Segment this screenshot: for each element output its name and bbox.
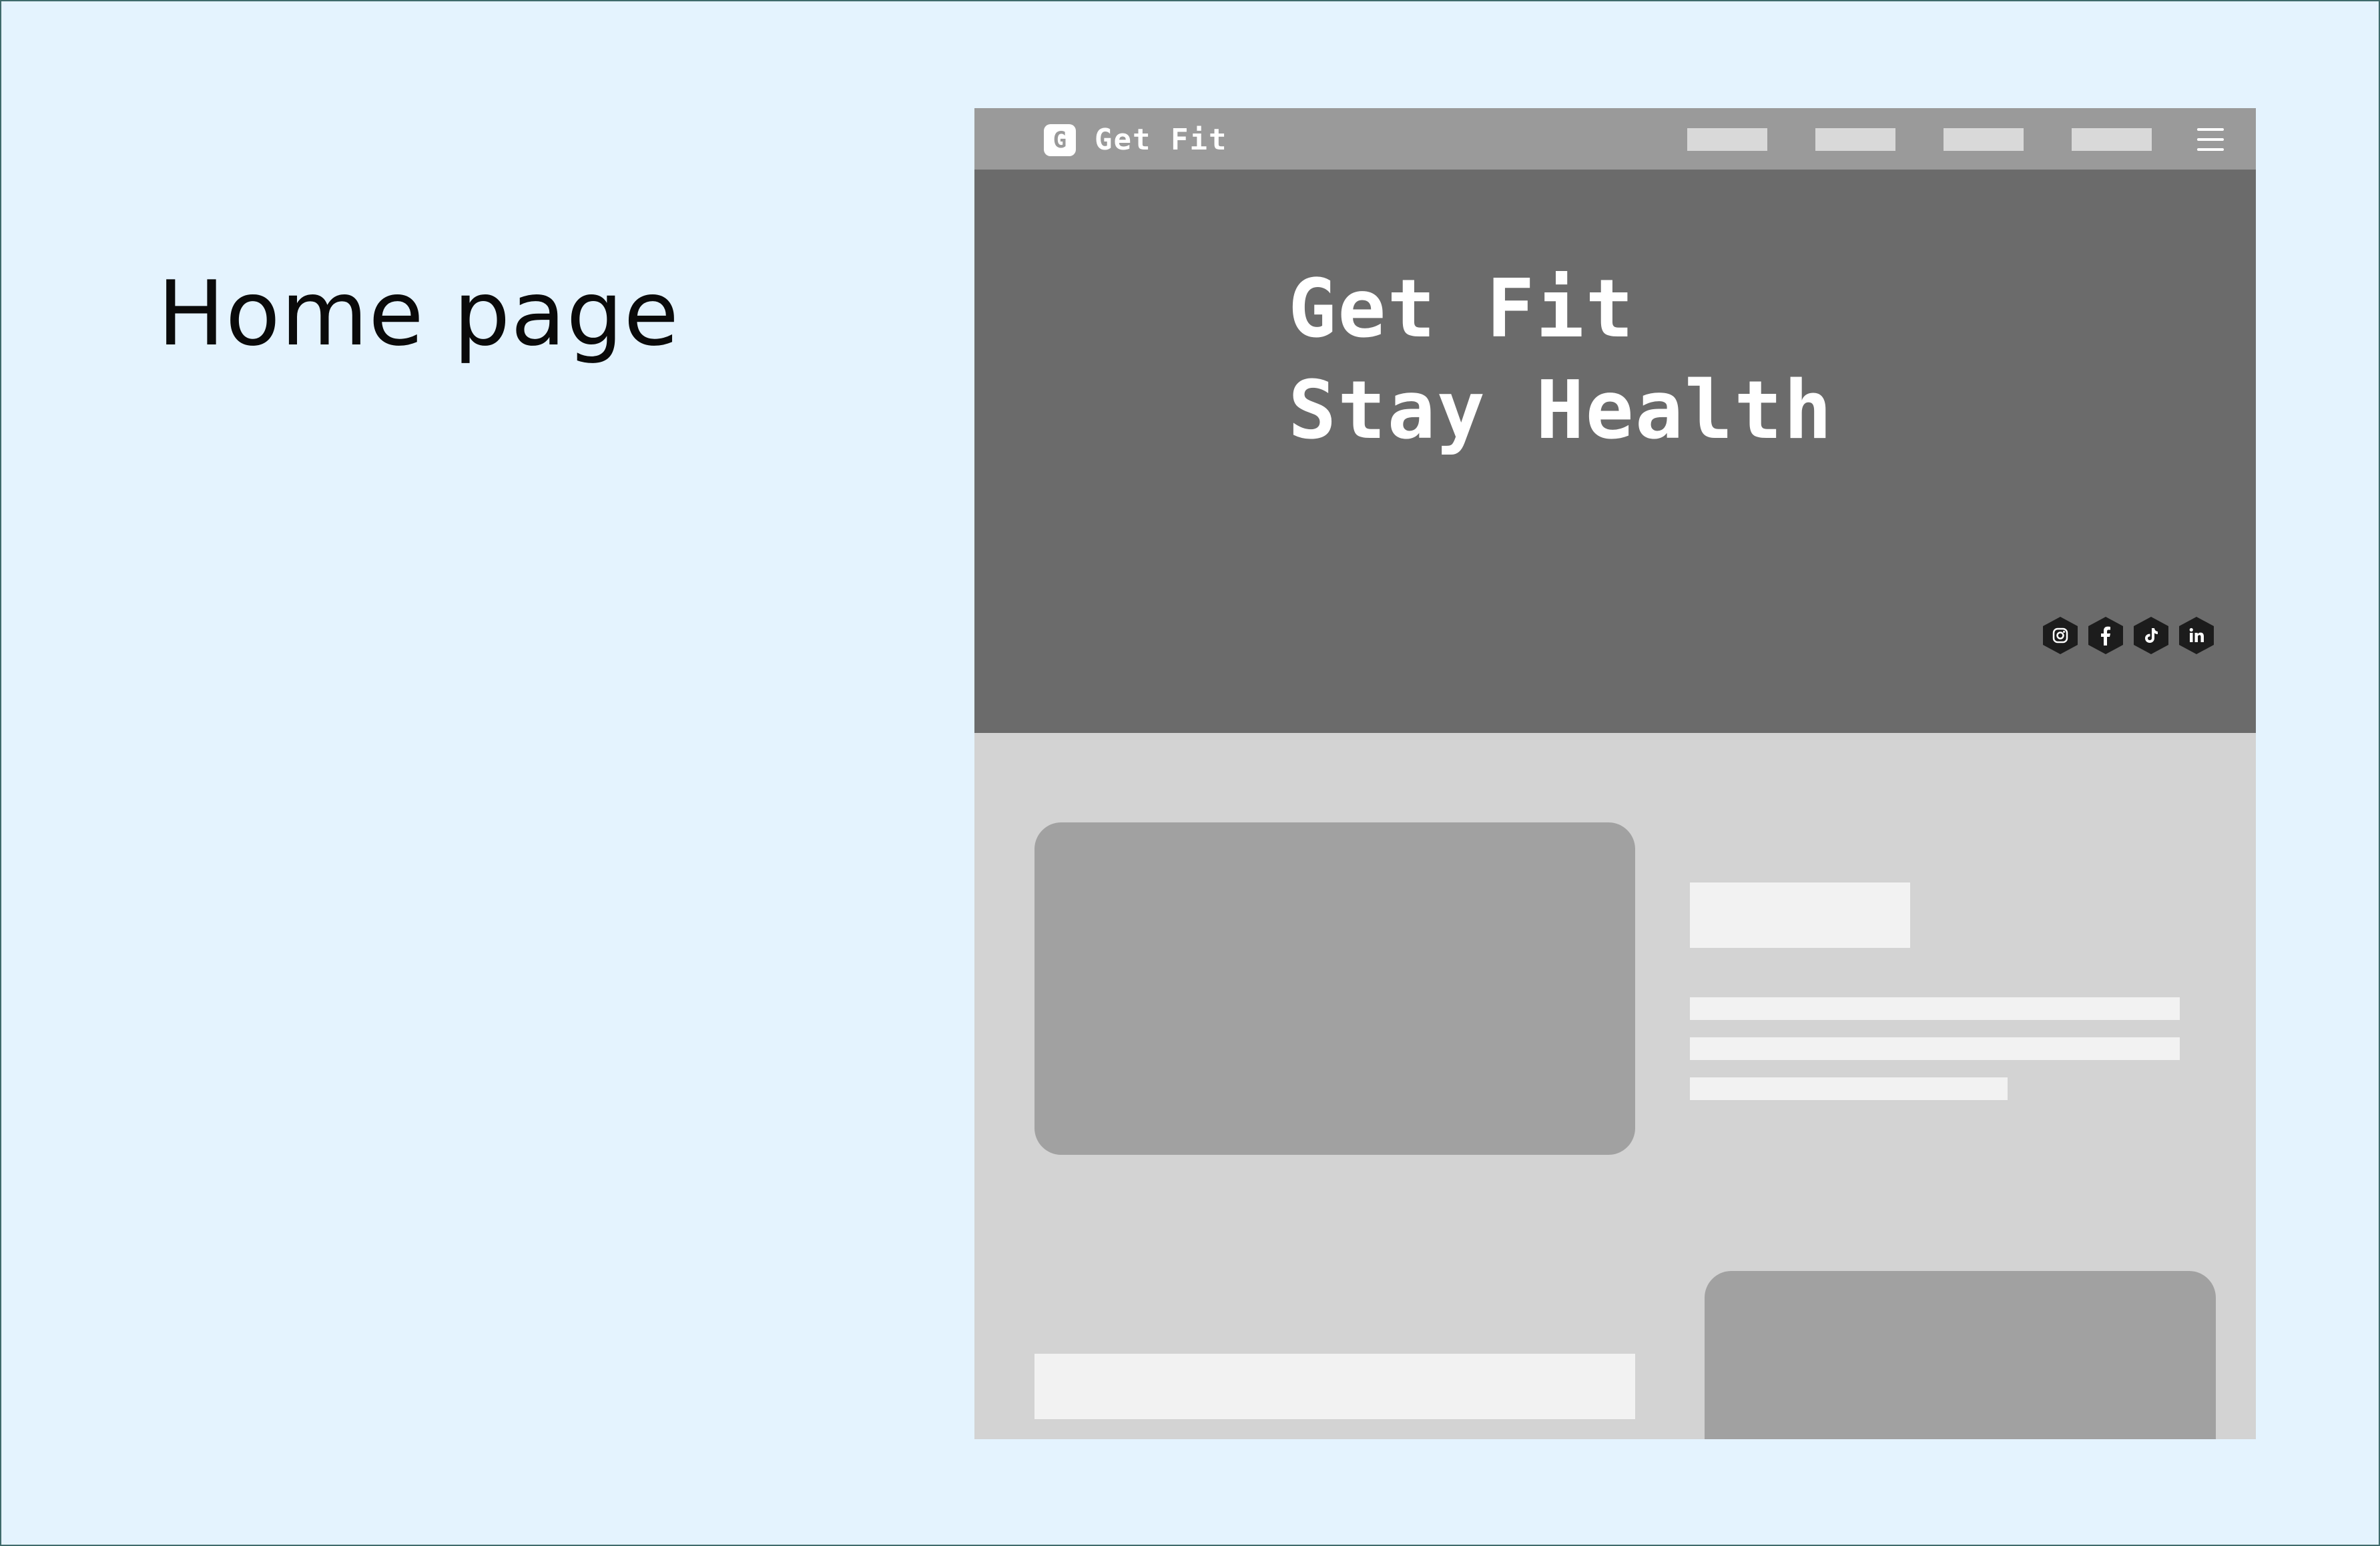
linkedin-icon[interactable] [2179,617,2214,654]
nav-item-placeholder-2[interactable] [1815,128,1895,151]
hamburger-icon[interactable] [2197,128,2224,151]
navbar: G Get Fit [974,108,2256,170]
wireframe-frame: G Get Fit Get Fit Stay Health [974,108,2256,1439]
tiktok-icon[interactable] [2134,617,2168,654]
feature-image-placeholder [1034,822,1635,1155]
feature-heading-placeholder [1690,882,1910,948]
hero-title-line-2: Stay Health [1288,364,1833,457]
hero-section: Get Fit Stay Health [974,170,2256,733]
feature-text-line-2 [1690,1037,2180,1060]
logo[interactable]: G Get Fit [1044,123,1227,157]
hero-title-line-1: Get Fit [1288,263,1635,356]
feature-text-line-3 [1690,1077,2008,1100]
feature-text-line-1 [1690,997,2180,1020]
nav-item-placeholder-3[interactable] [1944,128,2024,151]
nav-item-placeholder-4[interactable] [2072,128,2152,151]
second-image-placeholder [1705,1271,2216,1439]
instagram-icon[interactable] [2043,617,2078,654]
section-heading-placeholder [1034,1354,1635,1419]
nav-item-placeholder-1[interactable] [1687,128,1767,151]
logo-icon: G [1044,123,1076,156]
page-label: Home page [158,262,679,366]
brand-name: Get Fit [1095,123,1228,157]
facebook-icon[interactable] [2088,617,2123,654]
